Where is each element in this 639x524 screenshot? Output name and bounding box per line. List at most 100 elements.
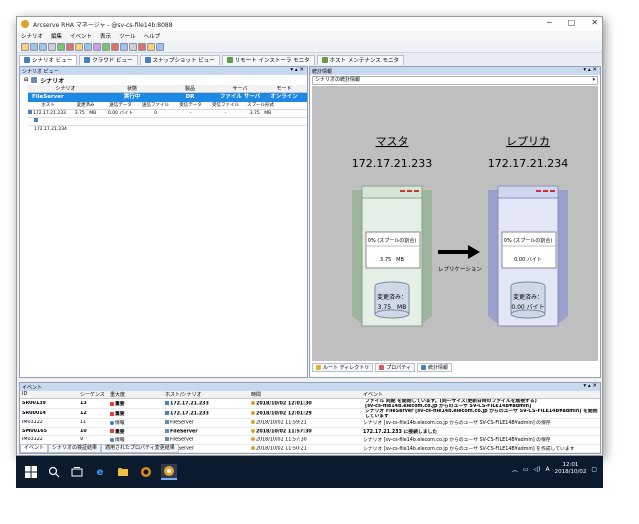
event-row[interactable]: IM03122 11 情報 FileServer 2018/10/02 11:5… (20, 419, 600, 428)
run-icon[interactable] (57, 42, 65, 51)
system-tray: ︿ ▭ ◁) A 12:01 2018/10/02 ▢ (512, 462, 597, 476)
open-icon[interactable] (30, 42, 38, 51)
col-severity[interactable]: 重大度 (108, 391, 163, 398)
delete-icon[interactable] (111, 42, 119, 51)
scenario-row-fileserver[interactable]: FileServer 実行中 DR ファイル サーバ オンライン (28, 93, 307, 102)
scenario-grid-header: シナリオ 状態 製品 サーバ モード (28, 85, 307, 93)
clock[interactable]: 12:01 2018/10/02 (555, 462, 587, 476)
collapse-icon[interactable]: ⊟ (24, 77, 28, 83)
notification-icon[interactable]: ▢ (591, 466, 597, 473)
event-seq: 13 (80, 401, 87, 406)
event-row[interactable]: SR00139 13 重要 172.17.21.233 2018/10/02 1… (20, 399, 600, 409)
sync-icon[interactable] (75, 42, 83, 51)
col-spool[interactable]: スプール形式 (243, 102, 278, 109)
tab-statistics[interactable]: 統計情報 (416, 363, 452, 372)
maximize-button[interactable]: □ (568, 18, 576, 27)
help-icon[interactable] (156, 42, 164, 51)
col-recv-files[interactable]: 受信ファイル (208, 102, 243, 109)
tab-scenario-view[interactable]: シナリオ ビュー (19, 54, 78, 65)
panel-controls[interactable]: ▾ ▴ ✕ (583, 67, 597, 73)
col-product[interactable]: 製品 (161, 85, 219, 92)
tab-host-maintenance[interactable]: ホスト メンテナンス モニタ (316, 54, 405, 65)
task-view-icon[interactable] (69, 464, 85, 480)
menu-edit[interactable]: 編集 (51, 32, 62, 40)
new-icon[interactable] (21, 42, 29, 51)
report-icon[interactable] (84, 42, 92, 51)
stop-icon[interactable] (66, 42, 74, 51)
alert-icon[interactable] (138, 42, 146, 51)
network-icon[interactable]: ▭ (523, 466, 529, 473)
close-button[interactable]: ✕ (591, 18, 598, 27)
scenario-view-icon (24, 57, 30, 63)
menu-tools[interactable]: ツール (119, 32, 136, 40)
menu-view[interactable]: 表示 (100, 32, 111, 40)
col-time[interactable]: 時間 (249, 391, 361, 398)
tab-applied-property-changes[interactable]: 適用されたプロパティ変更結果 (101, 444, 179, 453)
menu-help[interactable]: ヘルプ (144, 32, 161, 40)
event-row[interactable]: SR00014 12 重要 172.17.21.233 2018/10/02 1… (20, 409, 600, 419)
tab-remote-installer[interactable]: リモート インストーラ モニタ (221, 54, 315, 65)
tab-root-directory[interactable]: ルート ディレクトリ (312, 363, 374, 372)
event-id: SR00014 (22, 411, 46, 416)
arcserve-task-icon[interactable] (138, 464, 154, 480)
copy-icon[interactable] (48, 42, 56, 51)
panel-controls[interactable]: ▾ ▴ ✕ (583, 383, 597, 389)
menu-event[interactable]: イベント (70, 32, 92, 40)
edge-browser-icon[interactable]: e (92, 464, 108, 480)
col-sent-data[interactable]: 送信データ (103, 102, 138, 109)
event-severity: 情報 (115, 421, 125, 427)
folder-icon[interactable] (147, 42, 155, 51)
tab-cloud-view[interactable]: クラウド ビュー (79, 54, 138, 65)
event-time: 2018/10/02 12:01:30 (256, 401, 312, 407)
volume-icon[interactable]: ◁) (534, 466, 541, 473)
windows-start-icon[interactable] (23, 464, 39, 480)
settings-icon[interactable] (129, 42, 137, 51)
col-mode[interactable]: モード (261, 85, 307, 92)
severity-info-icon (110, 437, 114, 442)
scenario-server: ファイル サーバ (219, 94, 261, 100)
minimize-button[interactable]: ─ (547, 18, 552, 27)
scenario-mode: オンライン (270, 94, 298, 100)
tab-scenario-verification[interactable]: シナリオの検証結果 (48, 444, 102, 453)
severity-important-icon (110, 401, 114, 406)
host-name: 172.17.21.233 (33, 111, 66, 116)
tab-snapshot-view[interactable]: スナップショット ビュー (139, 54, 220, 65)
event-row[interactable]: SM00165 10 重要 FileServer 2018/10/02 11:5… (20, 428, 600, 436)
col-event[interactable]: イベント (361, 391, 599, 398)
scenario-root[interactable]: ⊟ シナリオ (20, 75, 307, 85)
replica-changed-label: 変更済み： (513, 293, 543, 301)
col-scenario[interactable]: シナリオ (28, 85, 103, 92)
host-row-replica[interactable]: 172.17.21.234 (28, 118, 307, 132)
sent-data-cell (103, 118, 138, 125)
event-id: SR00139 (22, 401, 46, 406)
col-changed[interactable]: 変更済み (68, 102, 103, 109)
panel-controls[interactable]: ▾ ▴ ✕ (290, 67, 304, 73)
refresh-icon[interactable] (120, 42, 128, 51)
scenario-panel: シナリオ ビュー ▾ ▴ ✕ ⊟ シナリオ シナリオ 状態 製品 サーバ モード… (19, 66, 308, 378)
tab-events[interactable]: イベント (20, 444, 49, 453)
ime-indicator[interactable]: A (546, 466, 550, 473)
search-icon[interactable] (46, 464, 62, 480)
col-recv-data[interactable]: 受信データ (173, 102, 208, 109)
host-row-master[interactable]: 172.17.21.233 3.75 MB 0.00 バイト 0 - - 3.7… (28, 110, 307, 118)
col-state[interactable]: 状態 (103, 85, 161, 92)
col-sent-files[interactable]: 送信ファイル (138, 102, 173, 109)
menu-scenario[interactable]: シナリオ (21, 32, 43, 40)
save-icon[interactable] (39, 42, 47, 51)
verify-icon[interactable] (102, 42, 110, 51)
statistics-type-select[interactable]: シナリオの統計情報 ▾ (312, 76, 598, 85)
col-sequence[interactable]: シーケンス (78, 391, 108, 398)
rha-manager-task-icon[interactable] (161, 464, 177, 480)
event-id: IM03122 (22, 420, 43, 426)
tab-properties[interactable]: プロパティ (375, 363, 415, 372)
chevron-up-icon[interactable]: ︿ (512, 465, 518, 474)
col-server[interactable]: サーバ (219, 85, 261, 92)
col-host-scenario[interactable]: ホスト/シナリオ (163, 391, 249, 398)
panel-title: 統計情報 (312, 68, 333, 75)
file-explorer-icon[interactable] (115, 464, 131, 480)
col-id[interactable]: ID (20, 391, 78, 398)
col-host[interactable]: ホスト (28, 102, 68, 109)
diff-icon[interactable] (93, 42, 101, 51)
event-time: 2018/10/02 12:01:29 (256, 411, 312, 417)
panel-header: 統計情報 ▾ ▴ ✕ (310, 67, 600, 75)
